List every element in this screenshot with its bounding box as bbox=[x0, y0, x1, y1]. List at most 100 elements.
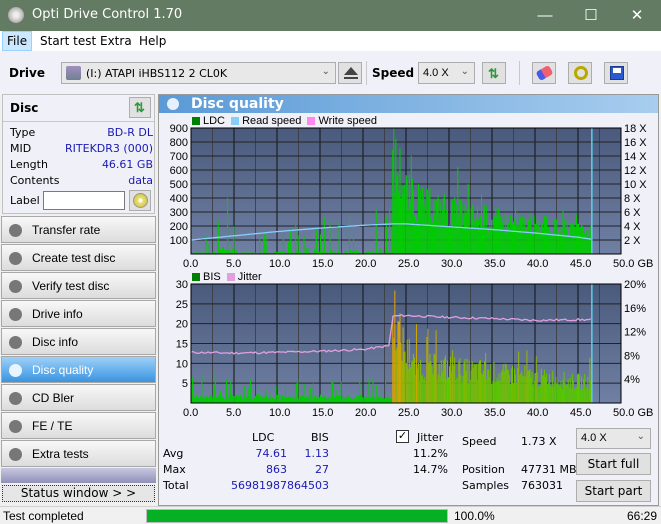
bis-bar bbox=[529, 368, 531, 403]
disc-panel-title: Disc bbox=[10, 101, 39, 115]
bis-bar bbox=[281, 395, 283, 403]
bis-bar bbox=[271, 397, 273, 403]
bis-bar bbox=[421, 375, 423, 403]
settings-button[interactable] bbox=[568, 62, 592, 84]
bis-bar bbox=[519, 375, 521, 403]
ldc-bar bbox=[421, 198, 423, 254]
refresh-button[interactable]: ⇅ bbox=[482, 62, 506, 84]
ldc-bar bbox=[234, 250, 236, 254]
menu-extra[interactable]: Extra bbox=[100, 34, 132, 48]
bis-bar bbox=[197, 398, 199, 403]
ldc-bar bbox=[522, 215, 524, 254]
save-button[interactable] bbox=[604, 62, 628, 84]
bis-bar bbox=[357, 398, 359, 403]
bis-bar bbox=[306, 395, 308, 403]
bis-bar bbox=[404, 351, 406, 403]
ldc-bar bbox=[412, 190, 414, 254]
x-tick-label: 40.0 bbox=[527, 258, 548, 270]
menu-help[interactable]: Help bbox=[139, 34, 166, 48]
minimize-button[interactable]: — bbox=[522, 0, 568, 31]
menu-file[interactable]: File bbox=[2, 31, 33, 51]
bis-bar bbox=[440, 360, 442, 403]
bis-bar bbox=[353, 397, 355, 403]
erase-button[interactable] bbox=[532, 62, 556, 84]
ldc-bar bbox=[440, 223, 442, 254]
disc-label-input[interactable] bbox=[43, 191, 125, 210]
ldc-bar bbox=[348, 215, 350, 254]
disc-contents-value: data bbox=[128, 174, 153, 187]
ldc-bar bbox=[290, 228, 292, 254]
bis-bar bbox=[258, 394, 260, 403]
bis-bar bbox=[283, 396, 285, 403]
ldc-bar bbox=[558, 234, 560, 254]
bis-bar bbox=[552, 370, 554, 403]
bis-bar bbox=[361, 395, 363, 403]
start-part-button[interactable]: Start part bbox=[576, 480, 651, 502]
nav-create-test-disc[interactable]: Create test disc bbox=[1, 244, 156, 271]
drive-select[interactable]: (I:) ATAPI iHBS112 2 CL0K ⌄ bbox=[61, 62, 336, 84]
ldc-bar bbox=[582, 226, 584, 254]
bis-bar bbox=[493, 361, 495, 403]
nav-cd-bler[interactable]: CD Bler bbox=[1, 384, 156, 411]
bis-bar bbox=[192, 377, 194, 403]
bis-bar bbox=[341, 398, 343, 403]
nav-transfer-rate[interactable]: Transfer rate bbox=[1, 216, 156, 243]
ldc-bar bbox=[553, 230, 555, 254]
bis-bar bbox=[302, 396, 304, 403]
bis-bar bbox=[536, 372, 538, 403]
bis-bar bbox=[435, 330, 437, 403]
ldc-bar bbox=[551, 235, 553, 254]
bis-bar bbox=[389, 398, 391, 403]
ldc-bar bbox=[568, 236, 570, 254]
bis-bar bbox=[415, 324, 418, 403]
bis-bar bbox=[224, 399, 226, 403]
bis-bar bbox=[294, 398, 296, 403]
ldc-bar bbox=[495, 208, 497, 254]
bis-bar bbox=[365, 398, 367, 403]
ldc-bar bbox=[555, 218, 557, 254]
nav-drive-info[interactable]: Drive info bbox=[1, 300, 156, 327]
nav-disc-info[interactable]: Disc info bbox=[1, 328, 156, 355]
disc-refresh-button[interactable]: ⇅ bbox=[129, 97, 151, 118]
bis-bar bbox=[477, 363, 479, 403]
nav-fe-te[interactable]: FE / TE bbox=[1, 412, 156, 439]
max-bis: 27 bbox=[315, 463, 329, 476]
bis-bar bbox=[226, 379, 228, 403]
bis-bar bbox=[206, 396, 208, 403]
disc-label-button[interactable] bbox=[129, 190, 151, 211]
bis-bar bbox=[359, 379, 361, 403]
maximize-button[interactable]: ☐ bbox=[568, 0, 614, 31]
close-button[interactable]: ✕ bbox=[614, 0, 660, 31]
ldc-bar bbox=[491, 219, 493, 254]
bis-bar bbox=[316, 395, 318, 403]
col-ldc-header: LDC bbox=[252, 431, 275, 444]
bis-bar bbox=[214, 375, 216, 403]
eject-button[interactable] bbox=[338, 62, 362, 84]
nav-extra-tests[interactable]: Extra tests bbox=[1, 440, 156, 467]
bis-bar bbox=[225, 398, 227, 403]
bis-bar bbox=[428, 362, 430, 403]
panel-header: Disc quality bbox=[159, 95, 658, 113]
nav-disc-quality[interactable]: Disc quality bbox=[1, 356, 156, 383]
bis-bar bbox=[233, 395, 235, 403]
ldc-bar bbox=[472, 205, 474, 254]
ldc-bar bbox=[415, 221, 418, 254]
bis-bar bbox=[334, 396, 336, 403]
ldc-bar bbox=[524, 218, 526, 254]
speed-select[interactable]: 4.0 X ⌄ bbox=[418, 62, 475, 84]
start-full-button[interactable]: Start full bbox=[576, 453, 651, 475]
bis-bar bbox=[347, 396, 349, 403]
ldc-bar bbox=[542, 236, 544, 254]
status-window-button[interactable]: Status window > > bbox=[2, 485, 155, 502]
nav-verify-test-disc[interactable]: Verify test disc bbox=[1, 272, 156, 299]
bis-bar bbox=[424, 376, 426, 403]
disc-type-value: BD-R DL bbox=[107, 126, 153, 139]
bis-bar bbox=[458, 360, 460, 403]
bis-bar bbox=[551, 386, 553, 403]
test-speed-select[interactable]: 4.0 X ⌄ bbox=[576, 428, 651, 449]
ldc-bar bbox=[540, 219, 542, 254]
ldc-bar bbox=[496, 217, 498, 254]
bis-bar bbox=[544, 376, 547, 403]
menu-start-test[interactable]: Start test bbox=[40, 34, 96, 48]
jitter-checkbox[interactable]: ✓ bbox=[396, 430, 409, 443]
